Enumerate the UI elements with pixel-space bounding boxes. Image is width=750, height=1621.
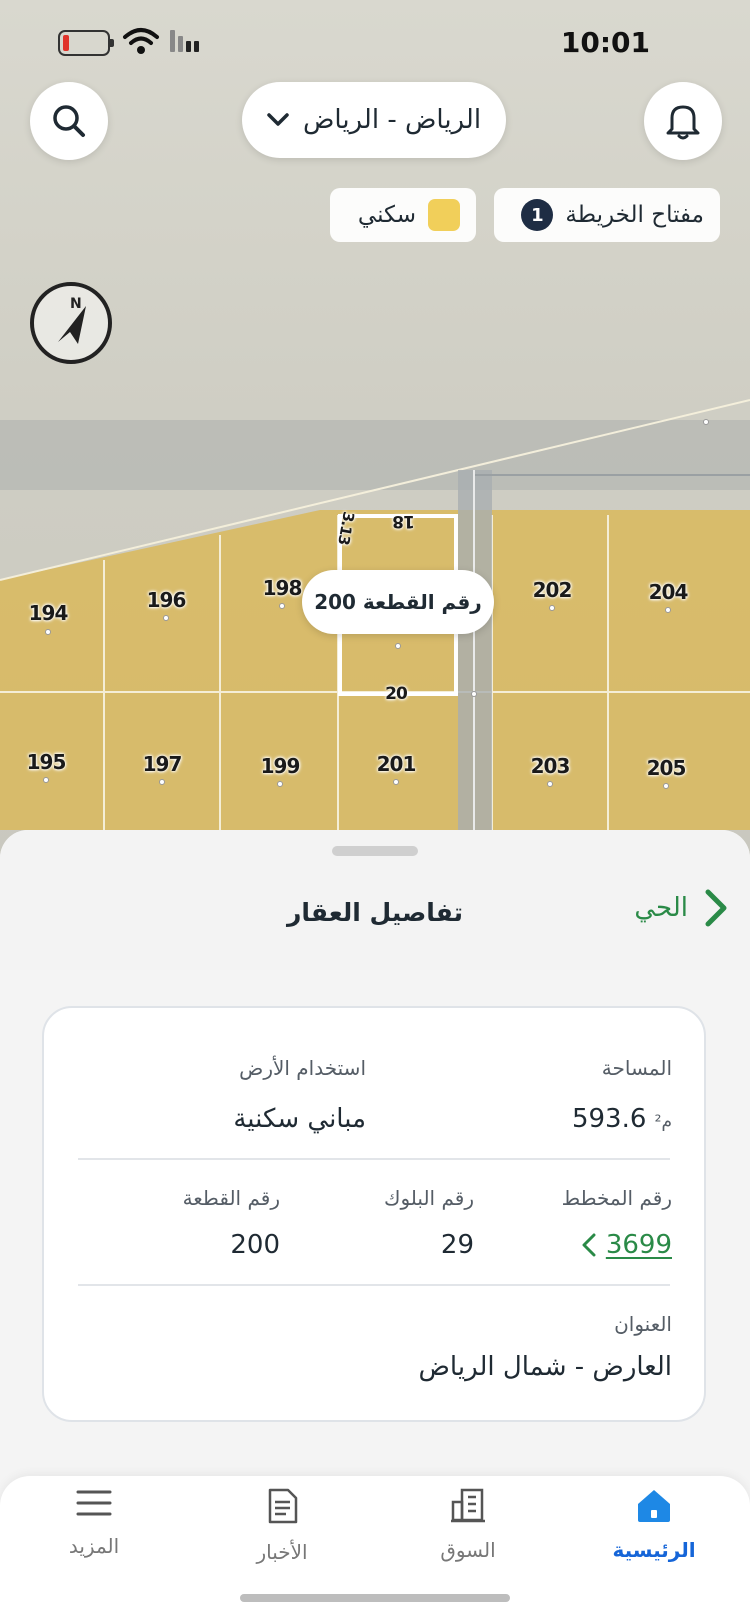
plot-marker	[163, 615, 169, 621]
plot-marker	[547, 781, 553, 787]
street-width-label: 18	[393, 511, 415, 531]
compass-button[interactable]: N	[30, 282, 112, 364]
plot-label: 205	[646, 756, 687, 780]
plot-marker	[703, 419, 709, 425]
divider	[78, 1284, 670, 1286]
chevron-left-icon	[582, 1233, 596, 1257]
address-label: العنوان	[614, 1312, 672, 1336]
tab-home-label: الرئيسية	[612, 1538, 696, 1562]
plot-marker	[471, 691, 477, 697]
notifications-button[interactable]	[644, 82, 722, 160]
address-value: العارض - شمال الرياض	[418, 1352, 673, 1382]
sheet-header: تفاصيل العقار الحي	[0, 830, 750, 970]
plot-label: 203	[530, 754, 571, 778]
area-label: المساحة	[601, 1056, 672, 1080]
legend-residential-label: سكني	[357, 202, 416, 228]
tab-home[interactable]: الرئيسية	[574, 1476, 734, 1586]
plot-label: 195	[26, 750, 67, 774]
plot-marker	[43, 777, 49, 783]
map-key-button[interactable]: مفتاح الخريطة 1	[494, 188, 720, 242]
plot-marker	[277, 781, 283, 787]
bell-icon	[666, 105, 700, 140]
battery-icon	[58, 30, 114, 56]
land-use-label: استخدام الأرض	[239, 1056, 366, 1080]
city-selector-label: الرياض - الرياض	[302, 105, 482, 135]
plot-marker	[159, 779, 165, 785]
divider	[78, 1158, 670, 1160]
tab-more-label: المزيد	[68, 1534, 120, 1558]
plot-label: 202	[532, 578, 573, 602]
drag-handle[interactable]	[332, 846, 418, 856]
plot-marker	[45, 629, 51, 635]
search-button[interactable]	[30, 82, 108, 160]
plot-label: 198	[262, 576, 303, 600]
plot-marker	[665, 607, 671, 613]
property-details-card: المساحة م² 593.6 استخدام الأرض مباني سكن…	[42, 1006, 706, 1422]
plan-number-link[interactable]: 3699	[582, 1230, 672, 1260]
city-selector[interactable]: الرياض - الرياض	[242, 82, 506, 158]
plan-number-label: رقم المخطط	[561, 1186, 672, 1210]
map-key-count-badge: 1	[521, 199, 554, 231]
land-use-value: مباني سكنية	[233, 1104, 366, 1134]
legend-residential[interactable]: سكني	[330, 188, 476, 242]
plot-marker	[663, 783, 669, 789]
area-value: م² 593.6	[571, 1104, 672, 1134]
chevron-down-icon	[267, 113, 289, 126]
search-icon	[53, 105, 85, 137]
plot-label: 201	[376, 752, 417, 776]
plot-number-value: 200	[230, 1230, 280, 1260]
tab-market[interactable]: السوق	[388, 1476, 548, 1586]
plot-marker	[279, 603, 285, 609]
plot-marker	[393, 779, 399, 785]
map-key-label: مفتاح الخريطة	[565, 202, 704, 228]
selected-plot-label: رقم القطعة 200	[314, 590, 482, 614]
selected-plot-tooltip[interactable]: رقم القطعة 200	[302, 570, 494, 634]
plot-number-label: رقم القطعة	[182, 1186, 280, 1210]
residential-swatch	[428, 199, 460, 231]
plot-label: 199	[260, 754, 301, 778]
plot-marker	[549, 605, 555, 611]
plot-label: 197	[142, 752, 183, 776]
wifi-icon	[123, 28, 159, 54]
tab-market-label: السوق	[440, 1538, 496, 1562]
plot-label: 204	[648, 580, 689, 604]
news-icon	[268, 1488, 298, 1524]
status-bar: 10:01	[0, 0, 750, 80]
plot-label: 194	[28, 601, 69, 625]
plot-label: 196	[146, 588, 187, 612]
home-indicator	[240, 1594, 510, 1602]
home-icon	[638, 1490, 670, 1522]
district-link[interactable]: الحي	[634, 888, 728, 928]
tab-more[interactable]: المزيد	[14, 1476, 174, 1586]
signal-icon	[170, 30, 199, 52]
plot-marker	[395, 643, 401, 649]
block-number-label: رقم البلوك	[383, 1186, 474, 1210]
street-width-label: 20	[385, 684, 408, 704]
status-time: 10:01	[560, 26, 650, 59]
area-unit: م²	[654, 1112, 672, 1132]
tab-news[interactable]: الأخبار	[202, 1476, 362, 1586]
block-number-value: 29	[440, 1230, 474, 1260]
menu-icon	[76, 1490, 112, 1516]
chevron-right-icon	[705, 889, 727, 927]
tab-news-label: الأخبار	[256, 1540, 308, 1564]
compass-arrow-icon	[58, 306, 86, 344]
plan-number-value: 3699	[605, 1230, 672, 1260]
district-link-label: الحي	[634, 893, 688, 923]
building-icon	[451, 1488, 485, 1523]
